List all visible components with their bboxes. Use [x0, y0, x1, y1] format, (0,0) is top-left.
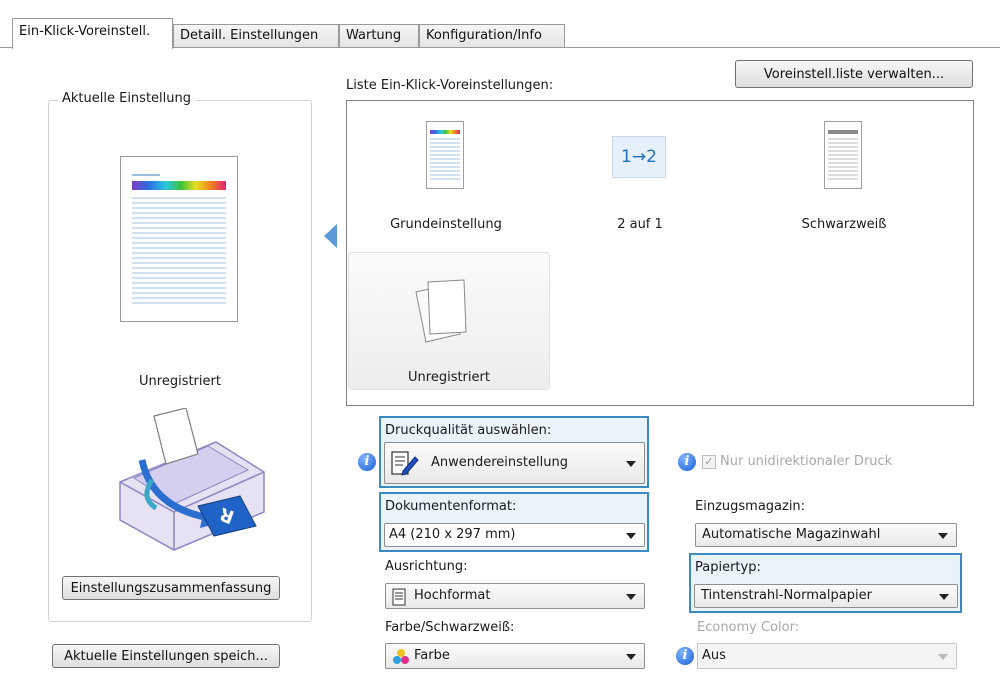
unidirectional-checkbox[interactable]: ✓: [702, 455, 716, 469]
economy-color-info-icon[interactable]: i: [676, 647, 694, 665]
economy-color-label: Economy Color:: [697, 620, 800, 635]
color-document-icon: [120, 156, 238, 322]
print-quality-value: Anwendereinstellung: [431, 455, 568, 470]
color-dots-icon: [392, 648, 410, 668]
tab-configuration-info[interactable]: Konfiguration/Info: [419, 24, 565, 48]
chevron-down-icon: [939, 594, 949, 600]
economy-color-select[interactable]: Aus: [697, 643, 957, 669]
orientation-label: Ausrichtung:: [385, 559, 468, 574]
chevron-down-icon: [938, 533, 948, 539]
grayscale-document-icon[interactable]: [824, 121, 862, 189]
tab-detailed-settings[interactable]: Detaill. Einstellungen: [173, 24, 339, 48]
paper-source-label: Einzugsmagazin:: [695, 499, 806, 514]
two-up-glyph: 1→2: [621, 147, 657, 167]
preset-label-two-up[interactable]: 2 auf 1: [580, 217, 700, 232]
paper-type-select[interactable]: Tintenstrahl-Normalpapier: [694, 584, 958, 608]
paper-type-label: Papiertyp:: [695, 560, 761, 575]
two-up-icon[interactable]: 1→2: [612, 136, 666, 178]
blank-pages-icon: [414, 278, 470, 346]
settings-summary-button[interactable]: Einstellungszusammenfassung: [62, 576, 280, 600]
tab-one-click-presets[interactable]: Ein-Klick-Voreinstell.: [12, 18, 173, 49]
unidirectional-label: Nur unidirektionaler Druck: [720, 454, 893, 469]
chevron-down-icon: [626, 461, 636, 467]
chevron-down-icon: [626, 594, 636, 600]
chevron-down-icon: [626, 533, 636, 539]
preset-label-grayscale[interactable]: Schwarzweiß: [774, 217, 914, 232]
portrait-page-icon: [392, 588, 406, 608]
preset-list-label: Liste Ein-Klick-Voreinstellungen:: [346, 78, 554, 93]
tab-bar: Ein-Klick-Voreinstell. Detaill. Einstell…: [0, 0, 1000, 49]
paper-type-value: Tintenstrahl-Normalpapier: [701, 588, 872, 603]
color-mode-select[interactable]: Farbe: [385, 643, 645, 669]
economy-color-value: Aus: [702, 648, 726, 663]
orientation-select[interactable]: Hochformat: [385, 583, 645, 609]
current-setting-name: Unregistriert: [139, 374, 221, 389]
chevron-down-icon: [626, 654, 636, 660]
document-format-value: A4 (210 x 297 mm): [389, 527, 516, 542]
unidirectional-info-icon[interactable]: i: [678, 453, 696, 471]
paper-source-select[interactable]: Automatische Magazinwahl: [695, 523, 957, 547]
print-quality-info-icon[interactable]: i: [358, 453, 376, 471]
document-format-select[interactable]: A4 (210 x 297 mm): [384, 523, 645, 547]
color-mode-value: Farbe: [414, 648, 450, 663]
save-current-settings-button[interactable]: Aktuelle Einstellungen speich...: [52, 644, 280, 668]
print-quality-label: Druckqualität auswählen:: [385, 423, 552, 438]
chevron-down-icon: [938, 654, 948, 660]
tab-maintenance[interactable]: Wartung: [339, 24, 419, 48]
preset-label-unregistered[interactable]: Unregistriert: [368, 370, 530, 385]
printer-icon: R: [112, 407, 272, 558]
preset-label-basic[interactable]: Grundeinstellung: [366, 217, 526, 232]
current-setting-title: Aktuelle Einstellung: [58, 91, 195, 106]
manage-preset-list-button[interactable]: Voreinstell.liste verwalten...: [735, 60, 973, 88]
color-mode-label: Farbe/Schwarzweiß:: [385, 620, 515, 635]
print-quality-select[interactable]: Anwendereinstellung: [384, 442, 645, 484]
color-document-icon[interactable]: [426, 121, 464, 189]
paper-source-value: Automatische Magazinwahl: [702, 527, 881, 542]
document-format-label: Dokumentenformat:: [385, 499, 517, 514]
selection-arrow-icon: [322, 222, 338, 254]
pencil-document-icon: [391, 451, 419, 481]
orientation-value: Hochformat: [414, 588, 491, 603]
